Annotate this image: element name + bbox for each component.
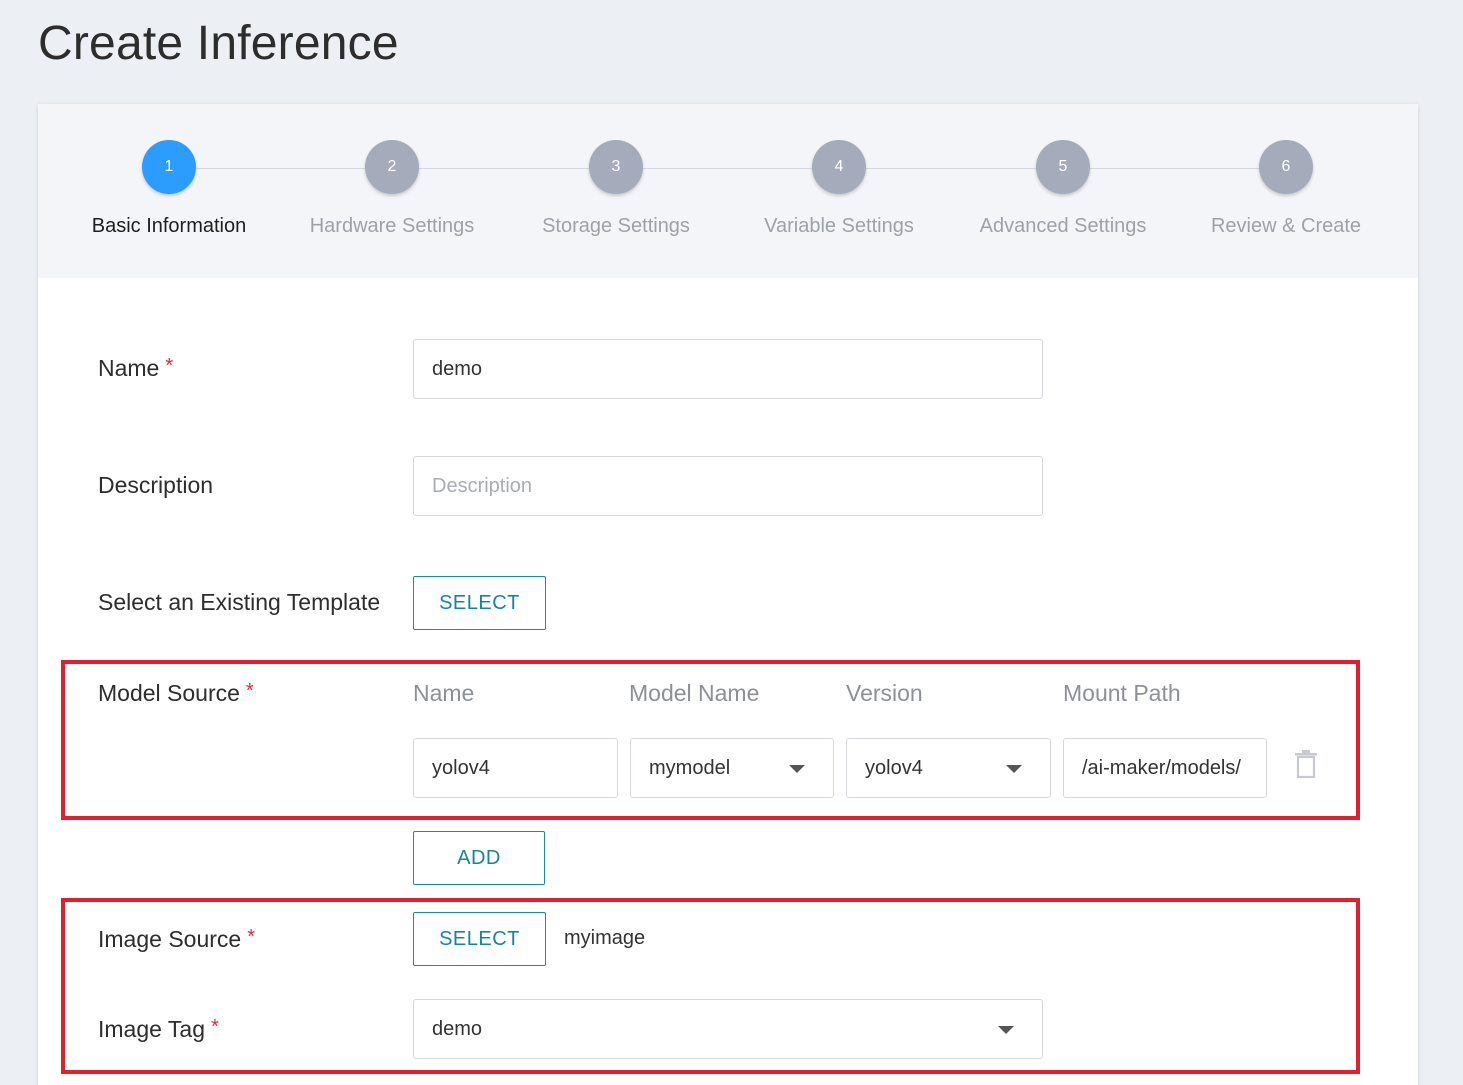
step-number: 5	[1036, 140, 1090, 194]
mount-path-input[interactable]	[1063, 738, 1267, 798]
chevron-down-icon	[998, 1026, 1014, 1034]
image-tag-label-text: Image Tag	[98, 1016, 205, 1042]
page-title: Create Inference	[38, 17, 399, 70]
name-label: Name *	[98, 355, 173, 382]
model-source-label-text: Model Source	[98, 680, 240, 706]
column-header-name: Name	[413, 680, 475, 706]
model-name-input[interactable]	[413, 738, 618, 798]
model-name-select-value: mymodel	[649, 757, 731, 779]
required-marker: *	[247, 926, 255, 948]
step-variable-settings[interactable]: 4 Variable Settings	[729, 140, 949, 238]
step-label: Basic Information	[91, 215, 247, 237]
step-number: 2	[365, 140, 419, 194]
name-input[interactable]	[413, 339, 1043, 399]
image-source-label-text: Image Source	[98, 926, 242, 952]
select-image-button[interactable]: SELECT	[413, 912, 546, 966]
required-marker: *	[165, 355, 174, 377]
required-marker: *	[245, 680, 254, 702]
step-review-create[interactable]: 6 Review & Create	[1176, 140, 1396, 238]
name-label-text: Name	[98, 355, 160, 381]
image-tag-label: Image Tag *	[98, 1016, 219, 1043]
step-number: 6	[1259, 140, 1313, 194]
chevron-down-icon	[789, 765, 805, 773]
version-select[interactable]: yolov4	[846, 738, 1051, 798]
step-number: 4	[812, 140, 866, 194]
trash-icon[interactable]	[1293, 749, 1319, 779]
step-number: 3	[589, 140, 643, 194]
form-card: 1 Basic Information 2 Hardware Settings …	[38, 104, 1418, 1085]
model-name-select[interactable]: mymodel	[630, 738, 834, 798]
template-label: Select an Existing Template	[98, 589, 381, 615]
select-template-button[interactable]: SELECT	[413, 576, 546, 630]
column-header-version: Version	[846, 680, 923, 706]
description-input[interactable]	[413, 456, 1043, 516]
required-marker: *	[210, 1016, 219, 1038]
image-tag-select[interactable]: demo	[413, 999, 1043, 1059]
step-storage-settings[interactable]: 3 Storage Settings	[506, 140, 726, 238]
column-header-mount-path: Mount Path	[1063, 680, 1181, 706]
model-source-label: Model Source *	[98, 680, 254, 707]
step-label: Variable Settings	[764, 215, 914, 237]
step-advanced-settings[interactable]: 5 Advanced Settings	[953, 140, 1173, 238]
chevron-down-icon	[1006, 765, 1022, 773]
step-label: Storage Settings	[542, 215, 690, 237]
stepper: 1 Basic Information 2 Hardware Settings …	[38, 104, 1418, 278]
step-hardware-settings[interactable]: 2 Hardware Settings	[282, 140, 502, 238]
step-label: Advanced Settings	[979, 215, 1147, 237]
step-label: Review & Create	[1210, 215, 1362, 237]
add-model-button[interactable]: ADD	[413, 831, 545, 885]
column-header-model-name: Model Name	[629, 680, 760, 706]
step-number: 1	[142, 140, 196, 194]
image-source-value: myimage	[564, 927, 646, 949]
image-source-label: Image Source *	[98, 926, 255, 953]
description-label: Description	[98, 472, 214, 498]
version-select-value: yolov4	[865, 757, 923, 779]
step-basic-information[interactable]: 1 Basic Information	[59, 140, 279, 238]
step-label: Hardware Settings	[309, 215, 475, 237]
image-tag-select-value: demo	[432, 1018, 483, 1040]
